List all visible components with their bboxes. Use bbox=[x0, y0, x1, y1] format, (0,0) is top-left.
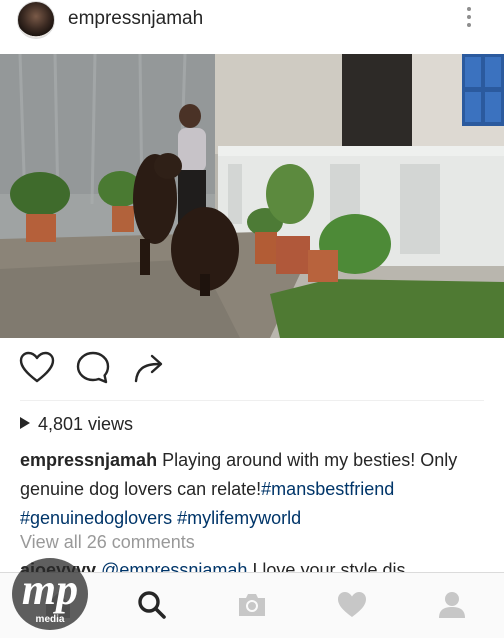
view-all-comments-link[interactable]: View all 26 comments bbox=[20, 532, 195, 553]
hashtag[interactable]: #genuinedoglovers bbox=[20, 508, 172, 528]
actions-divider bbox=[20, 400, 484, 401]
hashtag[interactable]: #mylifemyworld bbox=[177, 508, 301, 528]
profile-icon[interactable] bbox=[436, 589, 468, 621]
avatar[interactable] bbox=[17, 1, 55, 39]
camera-icon[interactable] bbox=[236, 589, 268, 621]
play-icon bbox=[20, 417, 30, 429]
post-header: empressnjamah bbox=[0, 0, 504, 44]
speech-bubble-icon[interactable] bbox=[75, 350, 111, 386]
hashtag[interactable]: #mansbestfriend bbox=[261, 479, 394, 499]
heart-outline-icon[interactable] bbox=[19, 350, 55, 386]
comment-text: I love your style dis bbox=[247, 560, 406, 572]
post-username[interactable]: empressnjamah bbox=[68, 8, 203, 30]
site-watermark-logo: mp media bbox=[6, 552, 94, 636]
search-icon[interactable] bbox=[136, 589, 168, 621]
caption-username[interactable]: empressnjamah bbox=[20, 450, 157, 470]
post-actions bbox=[0, 350, 504, 390]
comment-mention[interactable]: @empressnjamah bbox=[101, 560, 247, 572]
views-count-text: 4,801 views bbox=[38, 414, 134, 434]
more-options-icon[interactable] bbox=[464, 7, 474, 29]
svg-text:mp: mp bbox=[22, 565, 78, 614]
post-caption: empressnjamah Playing around with my bes… bbox=[20, 446, 492, 533]
post-photo[interactable] bbox=[0, 54, 504, 338]
views-count[interactable]: 4,801 views bbox=[20, 414, 133, 435]
heart-icon[interactable] bbox=[336, 589, 368, 621]
share-arrow-icon[interactable] bbox=[131, 350, 167, 386]
svg-text:media: media bbox=[36, 614, 65, 625]
post-photo-image bbox=[0, 54, 504, 338]
